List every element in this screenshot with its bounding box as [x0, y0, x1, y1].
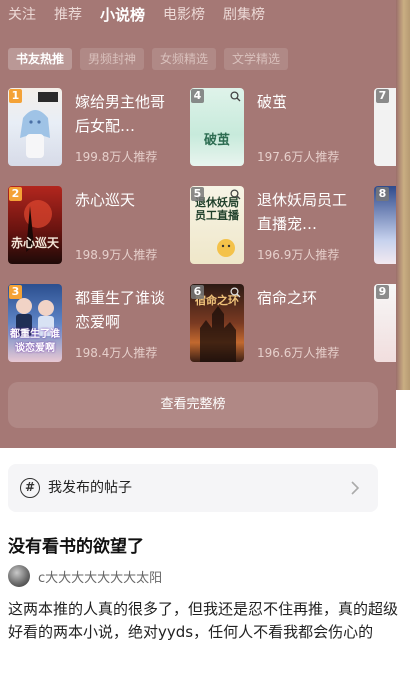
book-item[interactable]: 3 都重生了谁谈恋爱啊 都重生了谁谈恋爱啊 198.4万人推荐 [8, 284, 198, 366]
rank-badge: 1 [9, 89, 22, 103]
book-title[interactable]: 破茧 [257, 90, 357, 114]
book-cover: 2 赤心巡天 [8, 186, 62, 264]
book-item[interactable]: 2 赤心巡天 赤心巡天 198.9万人推荐 [8, 186, 198, 268]
rank-badge: 5 [191, 187, 204, 201]
background-edge [396, 0, 410, 390]
tab-follow[interactable]: 关注 [8, 4, 36, 28]
recommend-count: 198.9万人推荐 [75, 248, 158, 262]
cover-title: 都重生了谁谈恋爱啊 [10, 329, 60, 354]
book-cover: 5 退休妖局员工直播 [190, 186, 244, 264]
rank-badge: 7 [376, 89, 389, 103]
tab-novel-ranking[interactable]: 小说榜 [100, 4, 145, 28]
hashtag-icon: # [20, 478, 40, 498]
book-cover-peek[interactable]: 9 [374, 284, 396, 362]
tab-recommend[interactable]: 推荐 [54, 4, 82, 28]
rank-badge: 6 [191, 285, 204, 299]
book-cover-peek[interactable]: 7 [374, 88, 396, 166]
chip-female-channel[interactable]: 女频精选 [152, 48, 217, 70]
search-icon [230, 91, 241, 102]
rank-badge: 4 [191, 89, 204, 103]
search-icon [230, 287, 241, 298]
book-cover-peek[interactable]: 8 [374, 186, 396, 264]
rank-badge: 9 [376, 285, 389, 299]
cover-title: 赤心巡天 [10, 236, 59, 250]
book-title[interactable]: 宿命之环 [257, 286, 357, 310]
view-full-ranking-button[interactable]: 查看完整榜 [8, 382, 378, 428]
tab-drama-ranking[interactable]: 剧集榜 [223, 4, 265, 28]
avatar[interactable] [8, 565, 30, 587]
rank-badge: 8 [376, 187, 389, 201]
book-cover: 1 [8, 88, 62, 166]
tab-movie-ranking[interactable]: 电影榜 [163, 4, 205, 28]
book-title[interactable]: 退休妖局员工直播宠… [257, 188, 357, 236]
chip-literature[interactable]: 文学精选 [224, 48, 289, 70]
chip-male-channel[interactable]: 男频封神 [80, 48, 145, 70]
my-posts-entry[interactable]: # 我发布的帖子 [8, 464, 378, 512]
book-title[interactable]: 嫁给男主他哥后女配… [75, 90, 175, 138]
book-item[interactable]: 4 破茧 破茧 197.6万人推荐 [190, 88, 380, 170]
recommend-count: 196.9万人推荐 [257, 248, 340, 262]
cover-title: 破茧 [203, 133, 230, 148]
author-name[interactable]: c大大大大大大大太阳 [38, 567, 162, 586]
top-tabs: 关注 推荐 小说榜 电影榜 剧集榜 [8, 4, 283, 28]
book-item[interactable]: 6 宿命之环 宿命之环 196.6万人推荐 [190, 284, 380, 366]
book-cover: 4 破茧 [190, 88, 244, 166]
ranking-panel: 关注 推荐 小说榜 电影榜 剧集榜 书友热推 男频封神 女频精选 文学精选 1 … [0, 0, 396, 448]
book-cover: 6 宿命之环 [190, 284, 244, 362]
book-title[interactable]: 都重生了谁谈恋爱啊 [75, 286, 175, 334]
category-chips: 书友热推 男频封神 女频精选 文学精选 [8, 48, 296, 70]
book-title[interactable]: 赤心巡天 [75, 188, 175, 212]
rank-badge: 2 [9, 187, 22, 201]
chip-reader-hot[interactable]: 书友热推 [8, 48, 73, 70]
recommend-count: 199.8万人推荐 [75, 150, 158, 164]
search-icon [230, 189, 241, 200]
recommend-count: 198.4万人推荐 [75, 346, 158, 360]
post-body[interactable]: 这两本推的人真的很多了，但我还是忍不住再推，真的超级好看的两本小说，绝对yyds… [8, 598, 400, 644]
recommend-count: 196.6万人推荐 [257, 346, 340, 360]
rank-badge: 3 [9, 285, 22, 299]
chevron-right-icon [351, 481, 360, 495]
recommend-count: 197.6万人推荐 [257, 150, 340, 164]
my-posts-label: 我发布的帖子 [48, 480, 132, 496]
book-cover: 3 都重生了谁谈恋爱啊 [8, 284, 62, 362]
book-item[interactable]: 1 嫁给男主他哥后女配… 199.8万人推荐 [8, 88, 198, 170]
book-item[interactable]: 5 退休妖局员工直播 退休妖局员工直播宠… 196.9万人推荐 [190, 186, 380, 268]
post-title[interactable]: 没有看书的欲望了 [8, 532, 144, 557]
